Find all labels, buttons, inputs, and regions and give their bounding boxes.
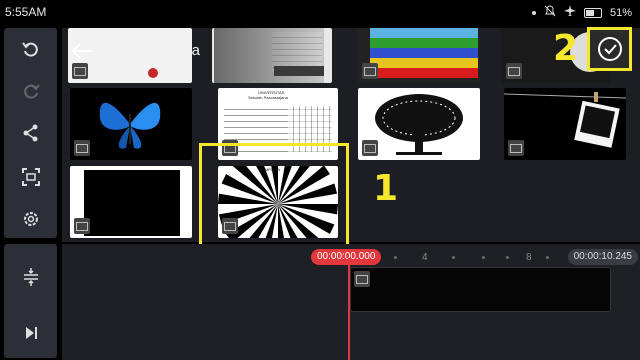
skip-end-button[interactable] [4,314,57,352]
ruler-dot [482,256,485,259]
left-toolbar [4,28,57,358]
total-duration-label: 00:00:10.245 [567,249,638,265]
undo-button[interactable] [4,30,57,68]
status-time: 5:55AM [5,5,47,19]
media-thumbnail-tree[interactable] [358,88,480,160]
crop-icon [21,168,40,186]
adjust-icon [23,268,38,286]
timeline-clip[interactable] [350,267,611,312]
doc-subheading: Sekolah Pascasarjana [248,95,288,100]
highlight-box-2 [587,27,632,71]
image-type-icon [362,140,378,156]
image-type-icon [74,218,90,234]
current-time-label: 00:00:00.000 [311,249,382,265]
status-icons: 51% [531,5,632,20]
share-icon [23,124,37,142]
ruler-dot [452,256,455,259]
annotation-number-2: 2 [553,28,579,69]
crop-button[interactable] [4,158,57,196]
folder-title: DCIM/ Camera [100,42,201,59]
edit-tools-group [4,28,57,238]
adjust-button[interactable] [4,258,57,296]
back-button[interactable] [70,41,94,61]
back-arrow-icon [71,43,92,59]
battery-percent: 51% [609,6,632,19]
ruler-tick: 8 [526,252,532,263]
timeline[interactable]: 4 8 00:00:00.000 00:00:10.245 [62,244,640,360]
media-thumbnail-black-frame[interactable] [70,166,192,238]
ruler-dot [394,256,397,259]
status-bar: 5:55AM 51% [0,0,640,24]
highlight-box-1 [199,143,349,256]
playhead[interactable] [348,258,350,360]
undo-icon [21,42,38,57]
share-button[interactable] [4,114,57,152]
redo-icon [23,84,40,99]
skip-end-icon [25,327,37,339]
image-type-icon [508,140,524,156]
settings-button[interactable] [4,200,57,238]
ruler-dot [506,256,509,259]
ruler-dot [546,256,549,259]
timeline-tools-group [4,244,57,358]
redo-button[interactable] [4,72,57,110]
ruler-tick: 4 [422,252,428,263]
notification-dot-icon [531,10,536,15]
media-thumbnail-butterfly[interactable] [70,88,192,160]
media-thumbnail-photo-frame[interactable] [504,88,626,160]
annotation-number-1: 1 [373,168,399,209]
settings-icon [23,212,38,226]
battery-icon [583,7,602,18]
mute-icon [544,5,556,20]
paint-bucket-icon [354,271,370,287]
image-type-icon [74,140,90,156]
airplane-icon [563,5,576,20]
